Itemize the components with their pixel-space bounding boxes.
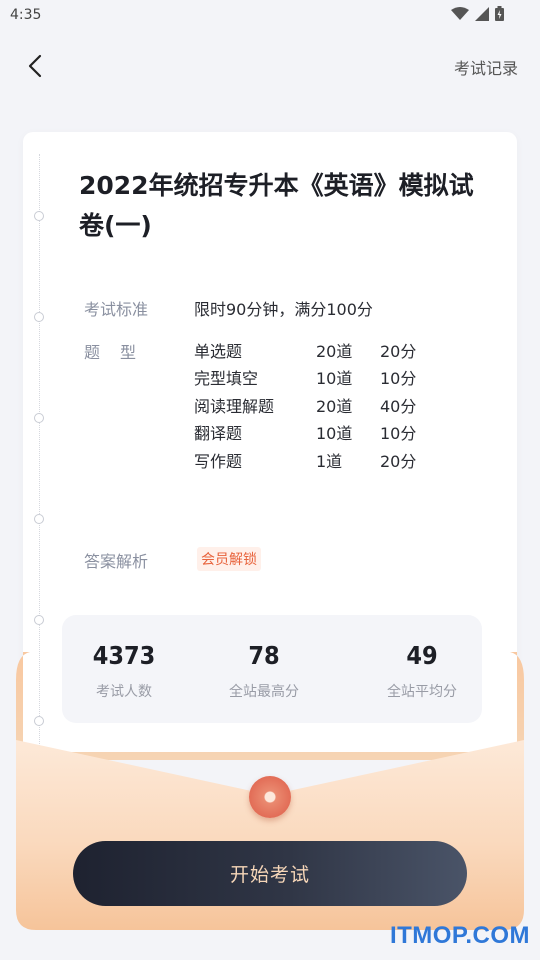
vip-unlock-badge[interactable]: 会员解锁 [197, 547, 261, 571]
subject-name: 阅读理解题 [194, 396, 275, 416]
standard-value: 限时90分钟，满分100分 [194, 300, 373, 319]
exam-history-link[interactable]: 考试记录 [454, 55, 518, 79]
timeline-dot [34, 514, 44, 524]
status-time: 4:35 [10, 7, 42, 23]
subject-name: 翻译题 [194, 424, 243, 444]
status-bar: 4:35 [0, 0, 540, 32]
timeline-line [39, 154, 40, 752]
signal-icon [475, 6, 489, 21]
stat-label: 全站最高分 [229, 684, 299, 700]
subject-score: 10分 [380, 369, 417, 389]
status-icons [451, 6, 504, 21]
subject-row: 完型填空 10道 10分 [194, 364, 440, 392]
subject-name: 完型填空 [194, 369, 259, 389]
envelope-seal-icon [249, 776, 291, 818]
watermark: ITMOP.COM [389, 922, 530, 949]
subject-row: 阅读理解题 20道 40分 [194, 391, 440, 419]
stat-value: 49 [406, 641, 438, 670]
stat-label: 全站平均分 [387, 684, 457, 700]
timeline-dot [34, 615, 44, 625]
subject-count: 20道 [316, 396, 353, 416]
subject-score: 20分 [380, 341, 417, 361]
subject-count: 10道 [316, 424, 353, 444]
battery-icon [495, 6, 504, 21]
stats-panel: 4373 考试人数 78 全站最高分 49 全站平均分 [62, 615, 482, 723]
stat-value: 4373 [92, 641, 156, 670]
start-exam-button[interactable]: 开始考试 [73, 841, 467, 906]
exam-title: 2022年统招专升本《英语》模拟试卷(一) [79, 171, 474, 240]
subject-score: 10分 [380, 424, 417, 444]
timeline-dot [34, 211, 44, 221]
subject-count: 20道 [316, 341, 353, 361]
analysis-label: 答案解析 [84, 552, 149, 571]
stat-label: 考试人数 [96, 684, 152, 700]
type-label: 题 型 [84, 343, 139, 362]
timeline-dot [34, 413, 44, 423]
subject-count: 1道 [316, 451, 343, 471]
subject-name: 单选题 [194, 341, 243, 361]
subject-score: 40分 [380, 396, 417, 416]
subject-row: 单选题 20道 20分 [194, 336, 440, 364]
wifi-icon [451, 6, 469, 20]
subject-row: 写作题 1道 20分 [194, 446, 440, 474]
standard-label: 考试标准 [84, 300, 149, 319]
subject-name: 写作题 [194, 451, 243, 471]
timeline-dot [34, 312, 44, 322]
subject-score: 20分 [380, 451, 417, 471]
stat-value: 78 [248, 641, 280, 670]
subject-row: 翻译题 10道 10分 [194, 419, 440, 447]
back-button[interactable] [22, 50, 52, 82]
subject-count: 10道 [316, 369, 353, 389]
timeline-dot [34, 716, 44, 726]
subject-table: 单选题 20道 20分 完型填空 10道 10分 阅读理解题 20道 40分 翻… [194, 336, 440, 474]
chevron-left-icon [28, 54, 42, 78]
